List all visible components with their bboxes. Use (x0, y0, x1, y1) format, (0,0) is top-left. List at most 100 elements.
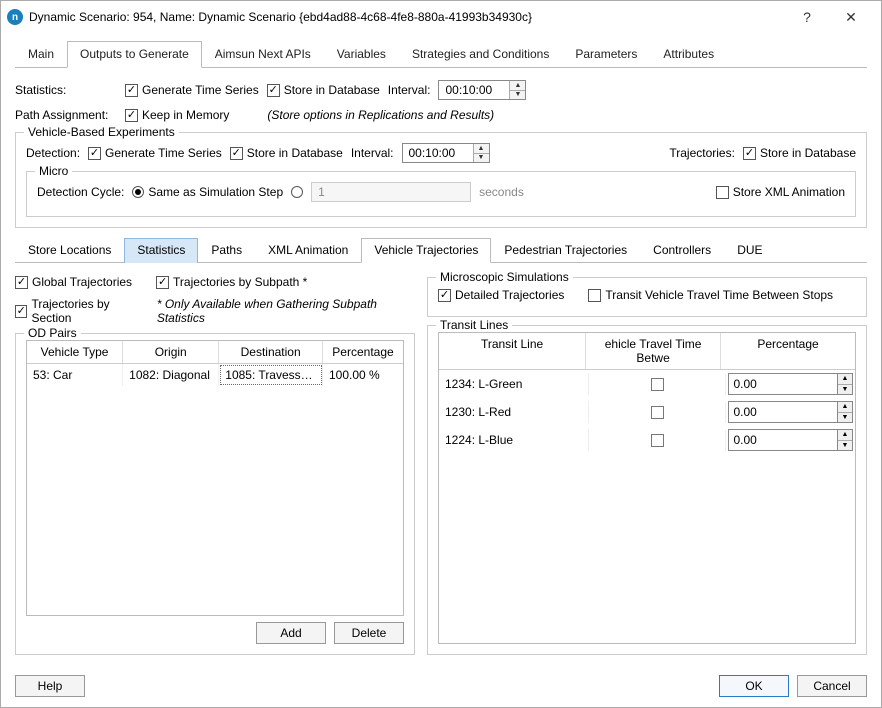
detection-interval-input[interactable] (403, 144, 473, 162)
transit-cell-tvt-checkbox[interactable] (589, 430, 727, 451)
chevron-down-icon[interactable]: ▼ (838, 413, 852, 423)
help-button[interactable]: Help (15, 675, 85, 697)
delete-button[interactable]: Delete (334, 622, 404, 644)
transit-header-line[interactable]: Transit Line (439, 333, 586, 369)
store-xml-animation-checkbox[interactable]: Store XML Animation (716, 185, 845, 199)
trajectories-by-section-checkbox[interactable]: Trajectories by Section (15, 297, 147, 325)
od-cell-origin[interactable]: 1082: Diagonal (123, 364, 219, 386)
trajectories-by-subpath-checkbox[interactable]: Trajectories by Subpath * (156, 275, 307, 289)
od-header-percentage[interactable]: Percentage (323, 341, 403, 363)
transit-cell-tvt-checkbox[interactable] (589, 374, 727, 395)
subtab-store-locations[interactable]: Store Locations (15, 238, 124, 263)
tab-parameters[interactable]: Parameters (562, 41, 650, 68)
transit-cell-percentage-spinner[interactable]: 0.00 ▲▼ (728, 429, 853, 451)
transit-cell-percentage-spinner[interactable]: 0.00 ▲▼ (728, 401, 853, 423)
transit-vehicle-travel-time-checkbox[interactable]: Transit Vehicle Travel Time Between Stop… (588, 288, 833, 302)
detection-cycle-same-radio[interactable]: Same as Simulation Step (132, 185, 283, 199)
transit-cell-percentage-value[interactable]: 0.00 (728, 373, 837, 395)
tab-variables[interactable]: Variables (324, 41, 399, 68)
chevron-up-icon[interactable]: ▲ (510, 81, 525, 91)
sub-tabbar: Store Locations Statistics Paths XML Ani… (15, 238, 867, 263)
detection-generate-ts-checkbox[interactable]: Generate Time Series (88, 146, 222, 160)
tab-strategies[interactable]: Strategies and Conditions (399, 41, 562, 68)
table-row[interactable]: 1234: L-Green 0.00 ▲▼ (439, 370, 855, 398)
global-trajectories-checkbox[interactable]: Global Trajectories (15, 275, 132, 289)
tab-main[interactable]: Main (15, 41, 67, 68)
microscopic-simulations-legend: Microscopic Simulations (436, 270, 573, 284)
transit-header-tvt[interactable]: ehicle Travel Time Betwe (586, 333, 721, 369)
tab-attributes[interactable]: Attributes (650, 41, 727, 68)
chevron-up-icon[interactable]: ▲ (474, 144, 489, 154)
ok-button[interactable]: OK (719, 675, 789, 697)
trajectories-label: Trajectories: (669, 146, 735, 160)
subpath-note: * Only Available when Gathering Subpath … (157, 297, 415, 325)
transit-header-percentage[interactable]: Percentage (721, 333, 855, 369)
subtab-vehicle-trajectories[interactable]: Vehicle Trajectories (361, 238, 491, 263)
chevron-down-icon[interactable]: ▼ (838, 385, 852, 395)
transit-cell-percentage-spinner[interactable]: 0.00 ▲▼ (728, 373, 853, 395)
transit-lines-legend: Transit Lines (436, 318, 512, 332)
titlebar: n Dynamic Scenario: 954, Name: Dynamic S… (1, 1, 881, 33)
subtab-xml-animation[interactable]: XML Animation (255, 238, 361, 263)
table-row[interactable]: 1230: L-Red 0.00 ▲▼ (439, 398, 855, 426)
subtab-statistics[interactable]: Statistics (124, 238, 198, 263)
transit-lines-table[interactable]: Transit Line ehicle Travel Time Betwe Pe… (438, 332, 856, 644)
table-row[interactable]: 1224: L-Blue 0.00 ▲▼ (439, 426, 855, 454)
chevron-up-icon[interactable]: ▲ (838, 430, 852, 441)
od-cell-destination[interactable]: 1085: Travessera (219, 364, 323, 386)
detection-generate-ts-label: Generate Time Series (105, 146, 222, 160)
transit-cell-line[interactable]: 1224: L-Blue (439, 429, 589, 451)
micro-legend: Micro (35, 164, 72, 178)
chevron-down-icon[interactable]: ▼ (474, 154, 489, 163)
od-pairs-table[interactable]: Vehicle Type Origin Destination Percenta… (26, 340, 404, 616)
transit-cell-line[interactable]: 1230: L-Red (439, 401, 589, 423)
statistics-store-db-checkbox[interactable]: Store in Database (267, 83, 380, 97)
chevron-down-icon[interactable]: ▼ (510, 91, 525, 100)
path-assignment-label: Path Assignment: (15, 108, 117, 122)
main-tabbar: Main Outputs to Generate Aimsun Next API… (15, 41, 867, 68)
window-title: Dynamic Scenario: 954, Name: Dynamic Sce… (29, 10, 785, 24)
tab-apis[interactable]: Aimsun Next APIs (202, 41, 324, 68)
detection-store-db-checkbox[interactable]: Store in Database (230, 146, 343, 160)
detection-label: Detection: (26, 146, 80, 160)
subtab-paths[interactable]: Paths (198, 238, 255, 263)
close-icon[interactable]: ✕ (829, 3, 873, 31)
global-trajectories-label: Global Trajectories (32, 275, 132, 289)
keep-in-memory-label: Keep in Memory (142, 108, 229, 122)
help-icon[interactable]: ? (785, 3, 829, 31)
subtab-due[interactable]: DUE (724, 238, 775, 263)
keep-in-memory-checkbox[interactable]: Keep in Memory (125, 108, 229, 122)
transit-cell-percentage-value[interactable]: 0.00 (728, 429, 837, 451)
transit-cell-line[interactable]: 1234: L-Green (439, 373, 589, 395)
subtab-controllers[interactable]: Controllers (640, 238, 724, 263)
dialog-footer: Help OK Cancel (1, 665, 881, 707)
table-row[interactable]: 53: Car 1082: Diagonal 1085: Travessera … (27, 364, 403, 386)
statistics-generate-ts-checkbox[interactable]: Generate Time Series (125, 83, 259, 97)
od-cell-percentage[interactable]: 100.00 % (323, 364, 403, 386)
statistics-interval-label: Interval: (388, 83, 431, 97)
od-cell-vehicle[interactable]: 53: Car (27, 364, 123, 386)
chevron-down-icon[interactable]: ▼ (838, 441, 852, 451)
trajectories-store-db-checkbox[interactable]: Store in Database (743, 146, 856, 160)
detection-store-db-label: Store in Database (247, 146, 343, 160)
statistics-interval-input[interactable] (439, 81, 509, 99)
chevron-up-icon[interactable]: ▲ (838, 402, 852, 413)
chevron-up-icon[interactable]: ▲ (838, 374, 852, 385)
detailed-trajectories-checkbox[interactable]: Detailed Trajectories (438, 288, 564, 302)
detailed-trajectories-label: Detailed Trajectories (455, 288, 564, 302)
transit-cell-percentage-value[interactable]: 0.00 (728, 401, 837, 423)
detection-cycle-custom-radio[interactable] (291, 186, 303, 198)
transit-cell-tvt-checkbox[interactable] (589, 402, 727, 423)
detection-interval-spinner[interactable]: ▲▼ (402, 143, 490, 163)
add-button[interactable]: Add (256, 622, 326, 644)
od-header-destination[interactable]: Destination (219, 341, 323, 363)
trajectories-by-subpath-label: Trajectories by Subpath * (173, 275, 307, 289)
od-header-vehicle-type[interactable]: Vehicle Type (27, 341, 123, 363)
subtab-pedestrian-trajectories[interactable]: Pedestrian Trajectories (491, 238, 640, 263)
od-header-origin[interactable]: Origin (123, 341, 219, 363)
statistics-interval-spinner[interactable]: ▲▼ (438, 80, 526, 100)
micro-group: Micro Detection Cycle: Same as Simulatio… (26, 171, 856, 217)
cancel-button[interactable]: Cancel (797, 675, 867, 697)
tab-outputs[interactable]: Outputs to Generate (67, 41, 202, 68)
statistics-generate-ts-label: Generate Time Series (142, 83, 259, 97)
